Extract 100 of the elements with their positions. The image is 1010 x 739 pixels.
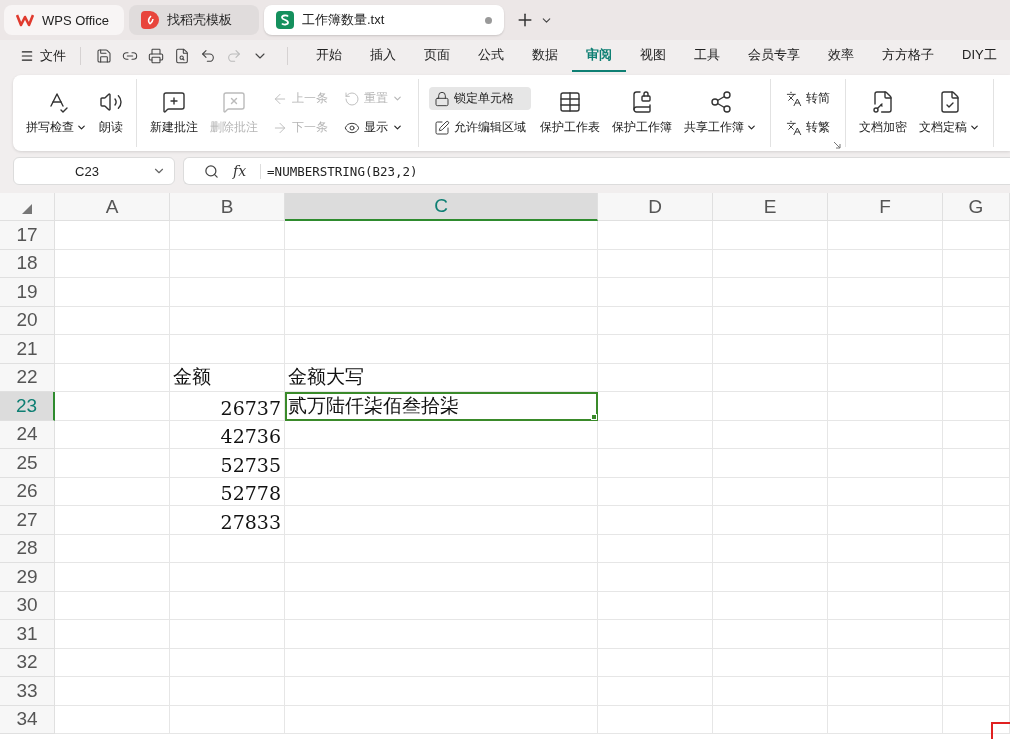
language-icon [786,119,802,136]
caret-icon [392,93,403,104]
row-header[interactable]: 30 [0,591,55,620]
delete-comment-icon [222,90,246,114]
row-header[interactable]: 17 [0,221,55,250]
row-header[interactable]: 21 [0,335,55,364]
row-header[interactable]: 28 [0,534,55,563]
ribbon-button[interactable]: 转繁 [781,116,835,139]
speaker-icon [99,90,123,114]
menu-tab[interactable]: 数据 [518,40,572,72]
print-preview-icon[interactable] [174,48,190,64]
row-header[interactable]: 31 [0,620,55,649]
row-header[interactable]: 18 [0,249,55,278]
function-button[interactable]: fx [233,163,247,179]
row-header[interactable]: 20 [0,306,55,335]
undo-icon[interactable] [200,48,216,64]
empty-cell [943,591,1010,620]
menu-tab[interactable]: 审阅 [572,40,626,72]
caret-icon [969,122,980,133]
table-cell: 金额大写 [285,363,598,392]
ribbon-button[interactable]: 朗读 [96,86,126,140]
spreadsheet-icon [276,11,294,29]
ribbon-button[interactable]: 转简 [781,87,835,110]
sheet-lock-icon [558,90,582,114]
column-header[interactable]: C [285,193,598,221]
menu-tab[interactable]: 公式 [464,40,518,72]
menu-tab[interactable]: 插入 [356,40,410,72]
empty-cell [943,420,1010,449]
menu-tab[interactable]: 会员专享 [734,40,814,72]
row-header[interactable]: 26 [0,477,55,506]
ribbon-button[interactable]: 拼写检查 [23,86,90,140]
caret-icon [76,122,87,133]
print-icon[interactable] [148,48,164,64]
table-cell: 26737 [170,392,285,421]
row-header[interactable]: 27 [0,506,55,535]
column-header[interactable]: F [828,193,943,221]
ribbon-button[interactable]: 新建批注 [147,86,201,140]
menu-tab[interactable]: 工具 [680,40,734,72]
name-box[interactable]: C23 [13,157,175,185]
empty-cell [943,705,1010,734]
menu-tab[interactable]: 页面 [410,40,464,72]
empty-cell [943,449,1010,478]
row-header[interactable]: 33 [0,677,55,706]
lock-icon [434,90,450,107]
empty-cell [943,392,1010,421]
file-key-icon [871,90,895,114]
select-all-button[interactable] [0,193,55,221]
ribbon-button[interactable]: 共享工作簿 [681,86,760,140]
column-header[interactable]: A [55,193,170,221]
column-header[interactable]: B [170,193,285,221]
empty-cell [943,648,1010,677]
empty-cell [943,306,1010,335]
column-header[interactable]: E [713,193,828,221]
menu-tab[interactable]: 视图 [626,40,680,72]
dialog-launcher-icon[interactable] [833,141,841,149]
formula-bar[interactable]: fx =NUMBERSTRING(B23,2) [183,157,1010,185]
row-header[interactable]: 34 [0,705,55,734]
ribbon-button[interactable]: 保护工作簿 [609,86,675,140]
row-header[interactable]: 19 [0,278,55,307]
ribbon-button[interactable]: 锁定单元格 [429,87,531,110]
empty-cell [943,477,1010,506]
document-tab[interactable]: WPS Office [4,5,124,35]
ribbon-button[interactable]: 保护工作表 [537,86,603,140]
row-header[interactable]: 22 [0,363,55,392]
book-lock-icon [630,90,654,114]
column-header[interactable]: G [943,193,1010,221]
empty-cell [943,278,1010,307]
language-icon [786,90,802,107]
document-tab[interactable]: 找稻壳模板 [129,5,259,35]
triangle-icon [22,204,32,214]
menu-tab[interactable]: 效率 [814,40,868,72]
menu-icon [20,49,34,63]
ribbon-button[interactable]: 文档加密 [856,86,910,140]
row-header[interactable]: 23 [0,392,55,421]
table-cell: 42736 [170,420,285,449]
menu-tab[interactable]: DIY工 [948,40,1010,72]
empty-cell [943,534,1010,563]
active-cell[interactable]: 贰万陆仟柒佰叁拾柒 [285,392,598,421]
ribbon-button[interactable]: 允许编辑区域 [429,116,531,139]
row-header[interactable]: 32 [0,648,55,677]
save-icon[interactable] [96,48,112,64]
document-tab[interactable]: 工作簿数量.txt [264,5,504,35]
row-header[interactable]: 25 [0,449,55,478]
ribbon-button[interactable]: 文档定稿 [916,86,983,140]
new-comment-icon [162,90,186,114]
table-cell: 52735 [170,449,285,478]
zoom-icon[interactable] [204,163,219,179]
reset-icon [344,90,360,107]
column-header[interactable]: D [598,193,713,221]
fill-handle[interactable] [591,413,597,420]
row-header[interactable]: 24 [0,420,55,449]
empty-cell [943,363,1010,392]
ribbon-button[interactable]: 显示 [339,116,408,139]
file-menu-button[interactable]: 文件 [16,45,70,67]
menu-tab[interactable]: 开始 [302,40,356,72]
menu-tab[interactable]: 方方格子 [868,40,948,72]
empty-cell [943,249,1010,278]
row-header[interactable]: 29 [0,563,55,592]
caret-icon [746,122,757,133]
wps-logo-icon [16,13,34,27]
